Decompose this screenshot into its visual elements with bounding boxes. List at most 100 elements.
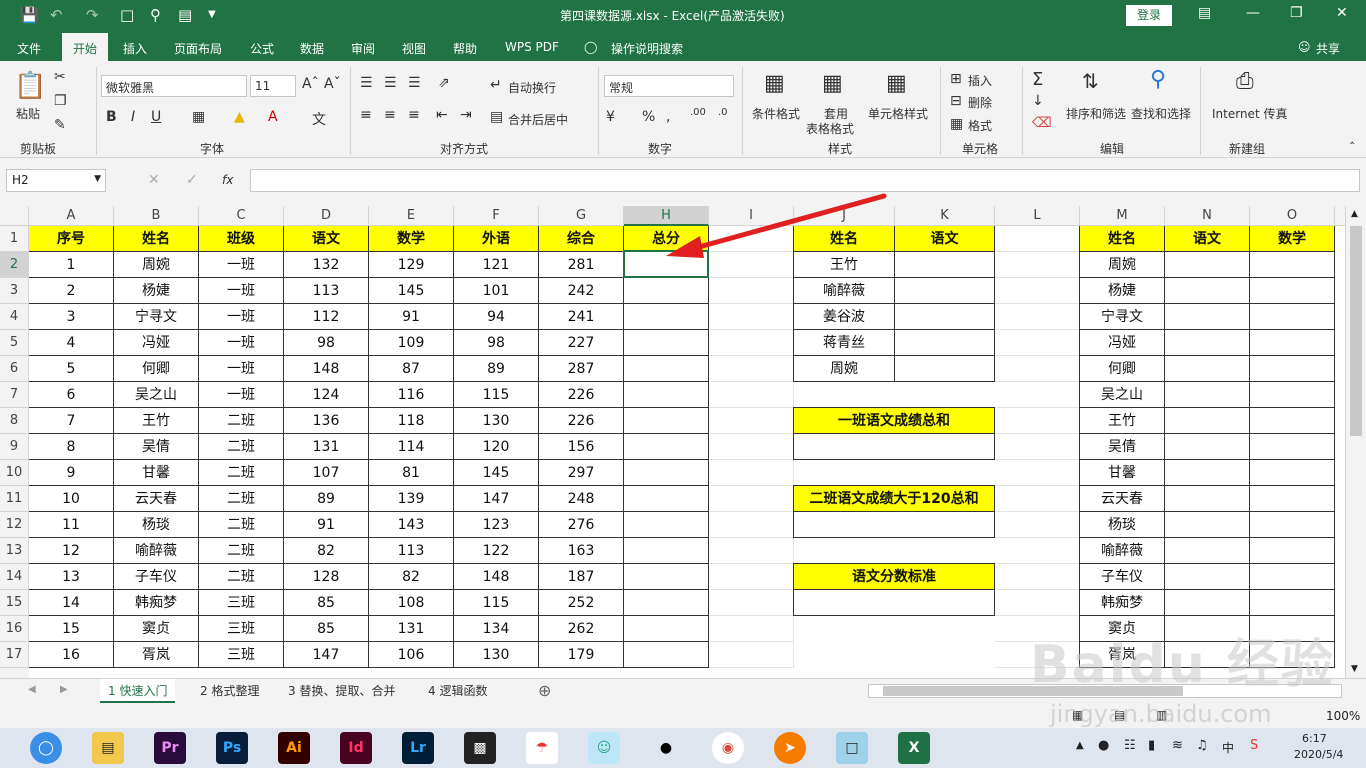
table-cell[interactable] — [894, 277, 995, 304]
table-cell[interactable]: 81 — [368, 459, 454, 486]
col-header-L[interactable]: L — [995, 206, 1080, 226]
chat-app-icon[interactable]: ☺ — [588, 732, 620, 764]
box-header[interactable]: 语文分数标准 — [793, 563, 995, 590]
table-cell[interactable]: 143 — [368, 511, 454, 538]
table-cell[interactable]: 二班 — [198, 485, 284, 512]
table-cell[interactable]: 杨婕 — [113, 277, 199, 304]
table-cell[interactable]: 139 — [368, 485, 454, 512]
table-cell[interactable] — [1164, 355, 1250, 382]
empty-cell[interactable] — [709, 616, 794, 642]
prev-sheet-icon[interactable]: ◀ — [28, 684, 36, 695]
table-cell[interactable]: 何卿 — [113, 355, 199, 382]
total-cell[interactable] — [623, 511, 709, 538]
table-cell[interactable]: 吴之山 — [1079, 381, 1165, 408]
col-header-J[interactable]: J — [794, 206, 895, 226]
chrome-icon[interactable]: ◉ — [712, 732, 744, 764]
table-cell[interactable]: 118 — [368, 407, 454, 434]
header-cell[interactable]: 班级 — [198, 226, 284, 252]
sort-filter-icon[interactable]: ⇅ — [1082, 69, 1099, 93]
row-header-3[interactable]: 3 — [0, 278, 29, 304]
sort-filter-button[interactable]: 排序和筛选 — [1066, 105, 1126, 122]
autosum-icon[interactable]: Σ — [1032, 69, 1043, 90]
table-cell[interactable]: 何卿 — [1079, 355, 1165, 382]
empty-cell[interactable] — [709, 356, 794, 382]
umbrella-app-icon[interactable]: ☂ — [526, 732, 558, 764]
empty-cell[interactable] — [709, 590, 794, 616]
italic-icon[interactable]: I — [131, 109, 135, 125]
table-cell[interactable]: 85 — [283, 615, 369, 642]
fax-icon[interactable]: ⎙ — [1236, 69, 1254, 94]
table-cell[interactable]: 248 — [538, 485, 624, 512]
phonetic-icon[interactable]: 文 — [312, 109, 326, 129]
table-cell[interactable]: 123 — [453, 511, 539, 538]
table-cell[interactable]: 85 — [283, 589, 369, 616]
decrease-indent-icon[interactable]: ⇤ — [436, 107, 448, 123]
table-cell[interactable]: 一班 — [198, 251, 284, 278]
table-cell[interactable]: 156 — [538, 433, 624, 460]
font-color-icon[interactable]: A — [268, 109, 278, 125]
table-cell[interactable]: 131 — [283, 433, 369, 460]
tab-help[interactable]: 帮助 — [453, 40, 477, 57]
sheet-tab-2[interactable]: 2 格式整理 — [192, 679, 267, 703]
delete-cells-button[interactable]: 删除 — [968, 94, 992, 111]
format-painter-icon[interactable]: ✎ — [54, 117, 66, 133]
table-cell[interactable]: 163 — [538, 537, 624, 564]
table-cell[interactable]: 94 — [453, 303, 539, 330]
row-header-13[interactable]: 13 — [0, 538, 29, 564]
row-header-4[interactable]: 4 — [0, 304, 29, 330]
table-cell[interactable] — [894, 329, 995, 356]
col-header-E[interactable]: E — [369, 206, 454, 226]
table-cell[interactable] — [1249, 277, 1335, 304]
table-cell[interactable]: 吴之山 — [113, 381, 199, 408]
tab-view[interactable]: 视图 — [402, 40, 426, 57]
table-cell[interactable] — [1164, 459, 1250, 486]
table-cell[interactable]: 134 — [453, 615, 539, 642]
table-cell[interactable]: 喻醉薇 — [793, 277, 895, 304]
table-cell[interactable] — [1164, 251, 1250, 278]
table-cell[interactable]: 冯娅 — [113, 329, 199, 356]
table-cell[interactable] — [1249, 433, 1335, 460]
table-cell[interactable]: 周婉 — [1079, 251, 1165, 278]
currency-icon[interactable]: ¥ — [606, 109, 615, 125]
table-cell[interactable]: 子车仪 — [1079, 563, 1165, 590]
table-cell[interactable]: 131 — [368, 615, 454, 642]
empty-cell[interactable] — [995, 304, 1080, 330]
insert-cells-icon[interactable]: ⊞ — [950, 71, 962, 87]
table-cell[interactable]: 116 — [368, 381, 454, 408]
table-cell[interactable]: 2 — [29, 277, 114, 304]
col-header-G[interactable]: G — [539, 206, 624, 226]
scroll-up-icon[interactable]: ▲ — [1351, 209, 1358, 219]
comma-icon[interactable]: , — [666, 109, 670, 125]
table-cell[interactable] — [894, 303, 995, 330]
col-header-N[interactable]: N — [1165, 206, 1250, 226]
minimize-icon[interactable]: — — [1246, 5, 1260, 21]
table-cell[interactable] — [1249, 485, 1335, 512]
qq-icon[interactable]: ● — [650, 732, 682, 764]
align-top-icon[interactable]: ☰ — [360, 75, 373, 91]
empty-cell[interactable] — [709, 642, 794, 668]
box-header[interactable]: 二班语文成绩大于120总和 — [793, 485, 995, 512]
table-cell[interactable]: 二班 — [198, 563, 284, 590]
col-header-O[interactable]: O — [1250, 206, 1335, 226]
tray-wifi-icon[interactable]: ≋ — [1172, 738, 1183, 753]
table-cell[interactable]: 145 — [453, 459, 539, 486]
table-cell[interactable]: 107 — [283, 459, 369, 486]
header-cell[interactable]: 总分 — [623, 226, 709, 252]
form-icon[interactable]: ▤ — [178, 6, 192, 24]
table-cell[interactable]: 胥岚 — [113, 641, 199, 668]
table-cell[interactable]: 252 — [538, 589, 624, 616]
total-cell[interactable] — [623, 407, 709, 434]
table-cell[interactable] — [1164, 329, 1250, 356]
insert-cells-button[interactable]: 插入 — [968, 72, 992, 89]
table-cell[interactable] — [1249, 381, 1335, 408]
table-cell[interactable]: 89 — [453, 355, 539, 382]
row-header-15[interactable]: 15 — [0, 590, 29, 616]
col-header-B[interactable]: B — [114, 206, 199, 226]
empty-cell[interactable] — [709, 226, 794, 252]
table-cell[interactable]: 87 — [368, 355, 454, 382]
orientation-icon[interactable]: ⇗ — [438, 75, 450, 91]
share-icon[interactable]: ☺ — [1298, 40, 1311, 54]
worksheet-grid[interactable]: 序号 姓名 班级 语文 数学 外语 综合 总分 1 周婉 一班 132 129 121 281 2 杨婕 一班 11… — [29, 226, 1345, 678]
undo-icon[interactable]: ↶ — [50, 6, 63, 24]
table-cell[interactable]: 姜谷波 — [793, 303, 895, 330]
